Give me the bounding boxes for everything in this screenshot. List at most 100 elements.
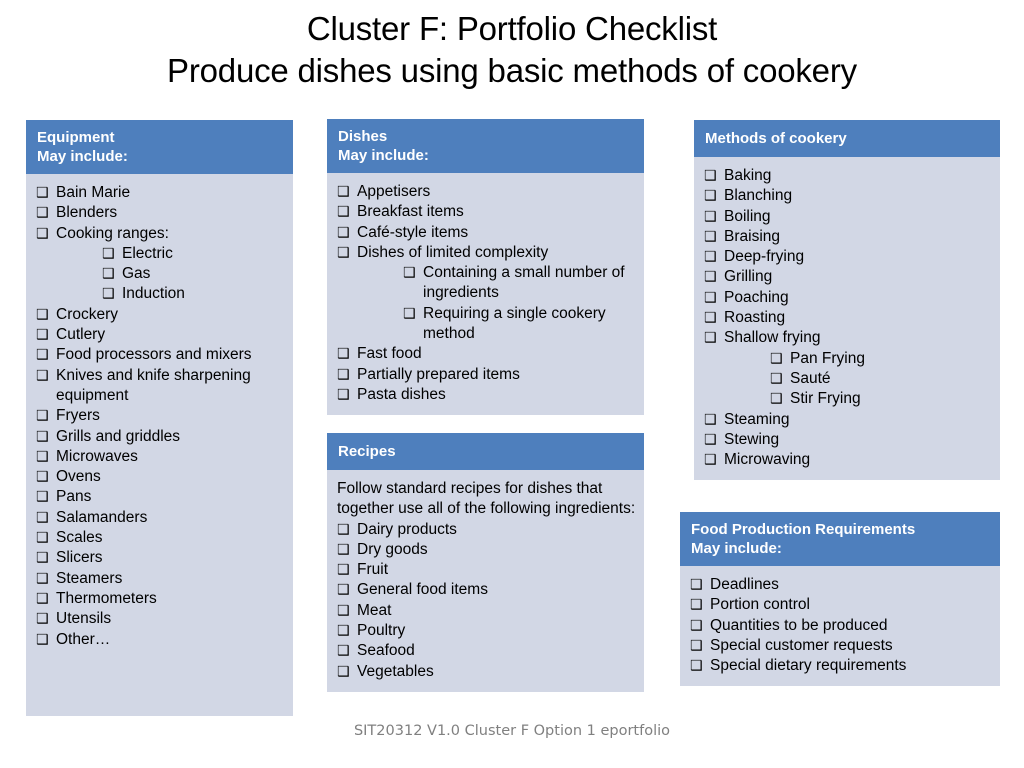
checklist-item[interactable]: ❑ Partially prepared items	[337, 365, 636, 385]
checkbox-icon[interactable]: ❑	[704, 288, 717, 308]
checklist-item[interactable]: ❑ Meat	[337, 601, 636, 621]
checkbox-icon[interactable]: ❑	[36, 528, 49, 548]
checkbox-icon[interactable]: ❑	[36, 630, 49, 650]
checklist-item[interactable]: ❑ Utensils	[36, 609, 285, 629]
checklist-item[interactable]: ❑ Special customer requests	[690, 636, 992, 656]
checkbox-icon[interactable]: ❑	[337, 202, 350, 222]
checkbox-icon[interactable]: ❑	[36, 609, 49, 629]
checkbox-icon[interactable]: ❑	[770, 349, 783, 369]
checkbox-icon[interactable]: ❑	[36, 447, 49, 467]
checkbox-icon[interactable]: ❑	[704, 247, 717, 267]
checklist-item[interactable]: ❑ Bain Marie	[36, 183, 285, 203]
checklist-item[interactable]: ❑ Boiling	[704, 207, 992, 227]
checklist-item[interactable]: ❑ Deadlines	[690, 575, 992, 595]
checklist-item[interactable]: ❑ Baking	[704, 166, 992, 186]
checkbox-icon[interactable]: ❑	[337, 560, 350, 580]
checklist-item[interactable]: ❑ Seafood	[337, 641, 636, 661]
checkbox-icon[interactable]: ❑	[704, 328, 717, 348]
checkbox-icon[interactable]: ❑	[36, 224, 49, 244]
checkbox-icon[interactable]: ❑	[337, 662, 350, 682]
checklist-item[interactable]: ❑ Poaching	[704, 288, 992, 308]
checkbox-icon[interactable]: ❑	[403, 304, 416, 324]
checkbox-icon[interactable]: ❑	[337, 580, 350, 600]
checkbox-icon[interactable]: ❑	[36, 183, 49, 203]
checkbox-icon[interactable]: ❑	[337, 243, 350, 263]
checklist-item[interactable]: ❑ Portion control	[690, 595, 992, 615]
checklist-item[interactable]: ❑ Steamers	[36, 569, 285, 589]
checklist-item[interactable]: ❑ Poultry	[337, 621, 636, 641]
checkbox-icon[interactable]: ❑	[102, 264, 115, 284]
checklist-item[interactable]: ❑ Roasting	[704, 308, 992, 328]
checklist-item[interactable]: ❑ Knives and knife sharpening equipment	[36, 366, 285, 407]
checklist-item[interactable]: ❑ Microwaving	[704, 450, 992, 470]
checkbox-icon[interactable]: ❑	[337, 365, 350, 385]
checkbox-icon[interactable]: ❑	[36, 548, 49, 568]
checkbox-icon[interactable]: ❑	[36, 366, 49, 386]
checkbox-icon[interactable]: ❑	[704, 430, 717, 450]
checklist-item[interactable]: ❑ Food processors and mixers	[36, 345, 285, 365]
checkbox-icon[interactable]: ❑	[770, 369, 783, 389]
checkbox-icon[interactable]: ❑	[36, 203, 49, 223]
checklist-item[interactable]: ❑ Containing a small number of ingredient…	[337, 263, 636, 304]
checkbox-icon[interactable]: ❑	[704, 450, 717, 470]
checkbox-icon[interactable]: ❑	[36, 406, 49, 426]
checkbox-icon[interactable]: ❑	[690, 636, 703, 656]
checkbox-icon[interactable]: ❑	[102, 284, 115, 304]
checklist-item[interactable]: ❑ Dairy products	[337, 520, 636, 540]
checklist-item[interactable]: ❑ Microwaves	[36, 447, 285, 467]
checklist-item[interactable]: ❑ Appetisers	[337, 182, 636, 202]
checkbox-icon[interactable]: ❑	[36, 345, 49, 365]
checkbox-icon[interactable]: ❑	[337, 540, 350, 560]
checkbox-icon[interactable]: ❑	[337, 601, 350, 621]
checkbox-icon[interactable]: ❑	[704, 166, 717, 186]
checkbox-icon[interactable]: ❑	[337, 621, 350, 641]
checklist-item[interactable]: ❑ Scales	[36, 528, 285, 548]
checkbox-icon[interactable]: ❑	[704, 227, 717, 247]
checklist-item[interactable]: ❑ Gas	[36, 264, 285, 284]
checkbox-icon[interactable]: ❑	[690, 616, 703, 636]
checkbox-icon[interactable]: ❑	[36, 427, 49, 447]
checklist-item[interactable]: ❑ Pans	[36, 487, 285, 507]
checkbox-icon[interactable]: ❑	[403, 263, 416, 283]
checklist-item[interactable]: ❑ Dishes of limited complexity	[337, 243, 636, 263]
checklist-item[interactable]: ❑ Blanching	[704, 186, 992, 206]
checklist-item[interactable]: ❑ Salamanders	[36, 508, 285, 528]
checkbox-icon[interactable]: ❑	[337, 344, 350, 364]
checkbox-icon[interactable]: ❑	[36, 569, 49, 589]
checklist-item[interactable]: ❑ Pasta dishes	[337, 385, 636, 405]
checklist-item[interactable]: ❑ Blenders	[36, 203, 285, 223]
checklist-item[interactable]: ❑ Vegetables	[337, 662, 636, 682]
checkbox-icon[interactable]: ❑	[337, 385, 350, 405]
checkbox-icon[interactable]: ❑	[704, 186, 717, 206]
checklist-item[interactable]: ❑ Breakfast items	[337, 202, 636, 222]
checkbox-icon[interactable]: ❑	[36, 589, 49, 609]
checklist-item[interactable]: ❑ Special dietary requirements	[690, 656, 992, 676]
checkbox-icon[interactable]: ❑	[690, 595, 703, 615]
checklist-item[interactable]: ❑ Quantities to be produced	[690, 616, 992, 636]
checkbox-icon[interactable]: ❑	[337, 520, 350, 540]
checkbox-icon[interactable]: ❑	[36, 487, 49, 507]
checklist-item[interactable]: ❑ Stir Frying	[704, 389, 992, 409]
checkbox-icon[interactable]: ❑	[36, 325, 49, 345]
checkbox-icon[interactable]: ❑	[690, 656, 703, 676]
checklist-item[interactable]: ❑ Cutlery	[36, 325, 285, 345]
checkbox-icon[interactable]: ❑	[704, 207, 717, 227]
checklist-item[interactable]: ❑ Requiring a single cookery method	[337, 304, 636, 345]
checkbox-icon[interactable]: ❑	[704, 410, 717, 430]
checklist-item[interactable]: ❑ Thermometers	[36, 589, 285, 609]
checklist-item[interactable]: ❑ Stewing	[704, 430, 992, 450]
checklist-item[interactable]: ❑ Slicers	[36, 548, 285, 568]
checklist-item[interactable]: ❑ Pan Frying	[704, 349, 992, 369]
checklist-item[interactable]: ❑ Fast food	[337, 344, 636, 364]
checkbox-icon[interactable]: ❑	[704, 267, 717, 287]
checklist-item[interactable]: ❑ Electric	[36, 244, 285, 264]
checkbox-icon[interactable]: ❑	[337, 641, 350, 661]
checklist-item[interactable]: ❑ Fryers	[36, 406, 285, 426]
checkbox-icon[interactable]: ❑	[690, 575, 703, 595]
checklist-item[interactable]: ❑ Grills and griddles	[36, 427, 285, 447]
checklist-item[interactable]: ❑ Other…	[36, 630, 285, 650]
checklist-item[interactable]: ❑ Grilling	[704, 267, 992, 287]
checklist-item[interactable]: ❑ Cooking ranges:	[36, 224, 285, 244]
checklist-item[interactable]: ❑ Ovens	[36, 467, 285, 487]
checklist-item[interactable]: ❑ Dry goods	[337, 540, 636, 560]
